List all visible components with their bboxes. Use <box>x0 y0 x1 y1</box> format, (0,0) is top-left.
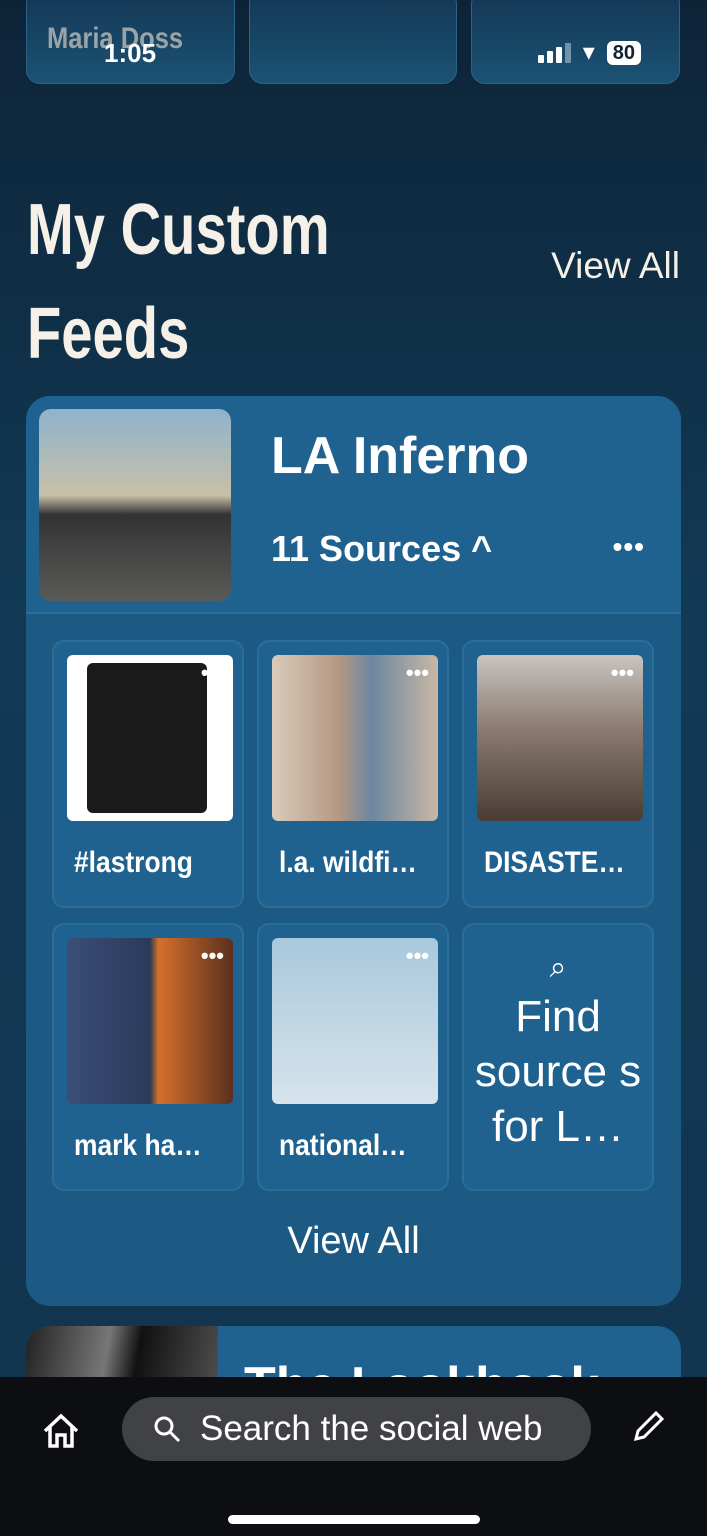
source-tile[interactable]: ••• l.a. wildfi… <box>257 640 449 908</box>
find-sources-tile[interactable]: ⌕ Find source s for L… <box>462 923 654 1191</box>
view-all-feeds-link[interactable]: View All <box>551 245 680 287</box>
feed-title: LA Inferno <box>271 427 530 485</box>
source-tile[interactable]: ••• national… <box>257 923 449 1191</box>
top-card-middle <box>249 0 457 84</box>
more-icon[interactable]: ••• <box>201 943 224 969</box>
home-indicator <box>228 1515 480 1524</box>
search-icon: ⌕ <box>549 951 567 984</box>
more-icon[interactable]: ••• <box>406 943 429 969</box>
more-icon[interactable]: ••• <box>201 660 224 686</box>
view-all-sources-link[interactable]: View All <box>26 1220 681 1263</box>
source-tile[interactable]: ••• DISASTE… <box>462 640 654 908</box>
source-tile[interactable]: ••• mark ha… <box>52 923 244 1191</box>
feed-header[interactable]: LA Inferno 11 Sources ^ ••• <box>26 396 681 614</box>
sources-toggle[interactable]: 11 Sources ^ <box>271 528 492 570</box>
bottom-bar: Search the social web <box>0 1377 707 1536</box>
more-icon[interactable]: ••• <box>406 660 429 686</box>
signal-icon <box>537 42 571 63</box>
page-title: My Custom Feeds <box>27 190 330 374</box>
feed-card: LA Inferno 11 Sources ^ ••• ••• #lastrong… <box>26 396 681 1306</box>
status-time: 1:05 <box>104 38 157 68</box>
more-icon[interactable]: ••• <box>611 660 634 686</box>
search-input[interactable]: Search the social web <box>122 1397 591 1461</box>
pencil-icon[interactable] <box>632 1409 666 1443</box>
status-icons: ▾ 80 <box>537 38 641 67</box>
feed-more-icon[interactable]: ••• <box>613 531 645 563</box>
home-icon[interactable] <box>42 1413 80 1449</box>
feed-thumbnail <box>39 409 231 601</box>
wifi-icon: ▾ <box>582 39 595 66</box>
search-icon <box>154 1416 181 1443</box>
battery-icon: 80 <box>606 40 641 65</box>
source-tile[interactable]: ••• #lastrong <box>52 640 244 908</box>
